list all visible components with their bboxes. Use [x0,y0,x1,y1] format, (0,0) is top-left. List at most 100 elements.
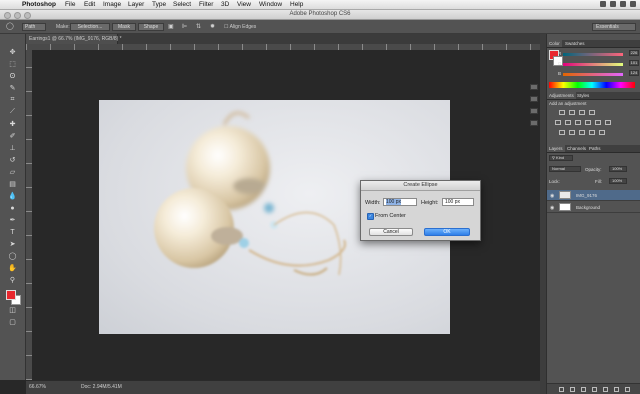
marquee-tool-icon[interactable]: ⬚ [7,60,18,68]
search-icon[interactable] [620,1,626,7]
b-value[interactable]: 124 [629,70,639,76]
foreground-color-swatch[interactable] [6,290,16,300]
quick-selection-tool-icon[interactable]: ✎ [7,84,18,92]
screen-mode-icon[interactable]: ▢ [7,318,18,326]
height-field[interactable]: 100 px [442,198,474,206]
path-operations-icon[interactable]: ▣ [168,23,174,30]
menu-window[interactable]: Window [259,1,282,8]
g-slider[interactable]: G 101 [558,60,639,66]
tab-styles[interactable]: Styles [575,92,591,99]
tab-adjustments[interactable]: Adjustments [547,92,576,99]
clone-stamp-tool-icon[interactable]: ⊥ [7,144,18,152]
add-mask-icon[interactable] [580,386,586,392]
layer-style-icon[interactable] [569,386,575,392]
zoom-level[interactable]: 66.67% [29,384,46,390]
g-value[interactable]: 101 [629,60,639,66]
tab-swatches[interactable]: Swatches [563,40,587,47]
dodge-tool-icon[interactable]: ● [7,204,18,212]
menu-file[interactable]: File [65,1,75,8]
zoom-tool-icon[interactable]: ⚲ [7,276,18,284]
width-field[interactable]: 100 px [383,198,417,206]
layer-filter-kind-select[interactable]: ⚲ Kind [549,155,573,161]
pen-tool-icon[interactable]: ✒ [7,216,18,224]
gradient-map-icon[interactable] [589,130,595,135]
tab-layers[interactable]: Layers [547,145,565,152]
menu-view[interactable]: View [237,1,251,8]
fill-field[interactable]: 100% [609,178,627,184]
type-tool-icon[interactable]: T [7,228,18,236]
path-alignment-icon[interactable]: ⊫ [182,23,187,30]
link-layers-icon[interactable] [558,386,564,392]
exposure-icon[interactable] [589,110,595,115]
tool-mode-select[interactable]: Path [22,23,46,31]
properties-panel-icon[interactable] [530,96,538,102]
make-mask-button[interactable]: Mask [112,23,136,31]
hue-saturation-icon[interactable] [565,120,571,125]
move-tool-icon[interactable]: ✥ [7,48,18,56]
black-white-icon[interactable] [585,120,591,125]
crop-tool-icon[interactable]: ⌗ [7,96,18,104]
healing-brush-tool-icon[interactable]: ✚ [7,120,18,128]
layer-row[interactable]: ◉ Background [547,202,640,213]
lasso-tool-icon[interactable]: ʘ [7,72,18,80]
eraser-tool-icon[interactable]: ▱ [7,168,18,176]
menu-type[interactable]: Type [152,1,166,8]
gradient-tool-icon[interactable]: ▤ [7,180,18,188]
path-arrangement-icon[interactable]: ⇅ [196,23,201,30]
character-panel-icon[interactable] [530,120,538,126]
menu-3d[interactable]: 3D [221,1,229,8]
menu-filter[interactable]: Filter [199,1,213,8]
brush-tool-icon[interactable]: ✐ [7,132,18,140]
layer-name[interactable]: IMG_9176 [576,193,597,198]
vibrance-icon[interactable] [555,120,561,125]
eye-icon[interactable]: ◉ [550,193,554,199]
adjustment-layer-icon[interactable] [591,386,597,392]
curves-icon[interactable] [579,110,585,115]
cancel-button[interactable]: Cancel [369,228,413,236]
document-size[interactable]: Doc: 2.94M/5.41M [81,384,122,390]
align-edges-checkbox[interactable]: ☐ Align Edges [224,24,256,30]
menu-select[interactable]: Select [173,1,191,8]
color-balance-icon[interactable] [575,120,581,125]
opacity-field[interactable]: 100% [609,166,627,172]
b-slider[interactable]: B 124 [558,70,639,76]
tab-paths[interactable]: Paths [587,145,603,152]
history-brush-tool-icon[interactable]: ↺ [7,156,18,164]
invert-icon[interactable] [559,130,565,135]
workspace-switcher[interactable]: Essentials [592,23,636,31]
levels-icon[interactable] [569,110,575,115]
document-tab[interactable]: Earrings1 @ 66.7% (IMG_9176, RGB/8) * [26,34,122,44]
blur-tool-icon[interactable]: 💧 [7,192,18,200]
threshold-icon[interactable] [579,130,585,135]
photo-filter-icon[interactable] [595,120,601,125]
layer-name[interactable]: Background [576,205,600,210]
r-value[interactable]: 226 [629,50,639,56]
ellipse-tool-preset-icon[interactable]: ◯ [6,22,14,30]
notification-icon[interactable] [630,1,636,7]
layer-row[interactable]: ◉ IMG_9176 [547,190,640,201]
tab-channels[interactable]: Channels [565,145,588,152]
path-selection-tool-icon[interactable]: ➤ [7,240,18,248]
blend-mode-select[interactable]: Normal [549,166,581,172]
wifi-icon[interactable] [600,1,606,7]
quick-mask-icon[interactable]: ◫ [7,306,18,314]
make-shape-button[interactable]: Shape [138,23,164,31]
info-panel-icon[interactable] [530,108,538,114]
new-group-icon[interactable] [602,386,608,392]
tab-color[interactable]: Color [547,40,562,47]
menu-layer[interactable]: Layer [128,1,144,8]
color-spectrum[interactable] [549,82,635,88]
menu-help[interactable]: Help [290,1,303,8]
settings-gear-icon[interactable]: ✹ [210,23,215,30]
brightness-contrast-icon[interactable] [559,110,565,115]
delete-layer-icon[interactable] [624,386,630,392]
r-slider[interactable]: R 226 [558,50,639,56]
make-selection-button[interactable]: Selection... [70,23,110,31]
history-panel-icon[interactable] [530,84,538,90]
ok-button[interactable]: OK [424,228,470,236]
hand-tool-icon[interactable]: ✋ [7,264,18,272]
channel-mixer-icon[interactable] [605,120,611,125]
posterize-icon[interactable] [569,130,575,135]
selective-color-icon[interactable] [599,130,605,135]
battery-icon[interactable] [610,1,616,7]
